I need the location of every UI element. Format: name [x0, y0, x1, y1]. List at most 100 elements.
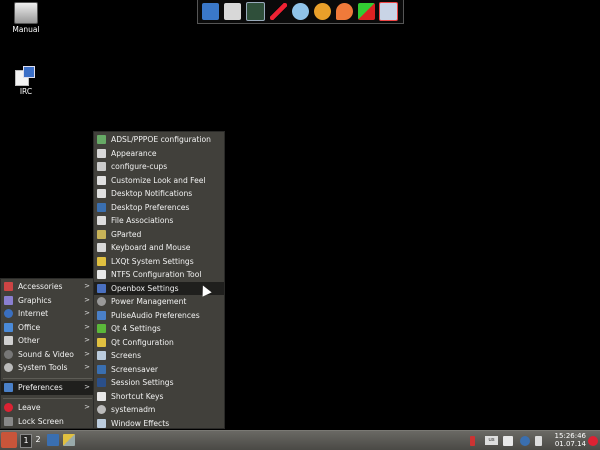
submenu-item-ntfs-config[interactable]: NTFS Configuration Tool	[94, 268, 224, 282]
submenu-item-screens[interactable]: Screens	[94, 349, 224, 363]
menu-item-label: Desktop Notifications	[111, 189, 193, 199]
window-effects-icon	[97, 418, 106, 428]
network-tray-icon[interactable]	[520, 436, 530, 446]
submenu-item-configure-cups[interactable]: configure-cups	[94, 160, 224, 174]
menu-item-accessories[interactable]: Accessories >	[1, 280, 94, 294]
power-icon	[97, 297, 106, 307]
menu-item-label: Keyboard and Mouse	[111, 243, 191, 253]
menu-item-label: Preferences	[18, 383, 63, 393]
submenu-item-customize-look[interactable]: Customize Look and Feel	[94, 174, 224, 188]
submenu-item-keyboard-mouse[interactable]: Keyboard and Mouse	[94, 241, 224, 255]
menu-item-system-tools[interactable]: System Tools >	[1, 361, 94, 375]
menu-item-graphics[interactable]: Graphics >	[1, 294, 94, 308]
submenu-arrow: >	[84, 322, 90, 331]
desktop-icon-manual[interactable]: Manual	[1, 2, 51, 34]
tools-icon	[97, 256, 106, 266]
melon-icon[interactable]	[335, 3, 353, 20]
volume-icon[interactable]	[535, 436, 542, 446]
qt-config-icon	[97, 337, 106, 347]
shortcut-keys-icon	[97, 391, 106, 401]
clipboard-icon[interactable]	[503, 436, 513, 446]
browser-icon[interactable]	[291, 3, 309, 20]
media-icon[interactable]	[379, 2, 399, 21]
menu-item-label: System Tools	[18, 363, 68, 373]
submenu-item-power-management[interactable]: Power Management	[94, 295, 224, 309]
menu-item-label: Appearance	[111, 148, 157, 158]
clock-time: 15:26:46	[554, 432, 586, 440]
pen-icon[interactable]	[270, 3, 288, 20]
submenu-arrow: >	[84, 282, 90, 290]
appearance-icon	[97, 148, 106, 158]
submenu-item-qt-configuration[interactable]: Qt Configuration	[94, 336, 224, 350]
submenu-item-appearance[interactable]: Appearance	[94, 147, 224, 161]
submenu-item-session-settings[interactable]: Session Settings	[94, 376, 224, 390]
menu-item-label: Openbox Settings	[111, 283, 179, 293]
menu-item-label: systemadm	[111, 405, 156, 415]
submenu-item-lxqt-settings[interactable]: LXQt System Settings	[94, 255, 224, 269]
menu-item-label: Qt Configuration	[111, 337, 174, 347]
irc-icon	[15, 66, 37, 86]
menu-item-preferences[interactable]: Preferences >	[1, 381, 94, 395]
notepad-icon[interactable]	[224, 3, 242, 20]
audio-icon	[97, 310, 106, 320]
menu-item-label: PulseAudio Preferences	[111, 310, 200, 320]
submenu-item-screensaver[interactable]: Screensaver	[94, 363, 224, 377]
taskbar: 1 2 us 15:26:46 01.07.14	[0, 430, 600, 450]
desktop-icon-irc[interactable]: IRC	[1, 66, 51, 96]
submenu-item-shortcut-keys[interactable]: Shortcut Keys	[94, 390, 224, 404]
submenu-item-qt4-settings[interactable]: Qt 4 Settings	[94, 322, 224, 336]
menu-item-internet[interactable]: Internet >	[1, 307, 94, 321]
submenu-arrow: >	[84, 309, 90, 317]
submenu-arrow: >	[84, 363, 90, 371]
network-icon[interactable]	[357, 3, 375, 20]
menu-item-label: Screensaver	[111, 364, 159, 374]
qt-icon	[97, 324, 106, 334]
leave-icon	[4, 403, 13, 413]
desktop-switch-2[interactable]: 2	[33, 434, 43, 446]
submenu-arrow: >	[84, 295, 90, 304]
menu-item-label: Office	[18, 322, 41, 332]
menu-item-office[interactable]: Office >	[1, 321, 94, 335]
tools-launcher-icon[interactable]	[63, 434, 75, 446]
start-menu-button[interactable]	[1, 432, 17, 448]
desktop-icon	[97, 202, 106, 212]
menu-item-lock-screen[interactable]: Lock Screen	[1, 415, 94, 429]
menu-item-label: Internet	[18, 309, 49, 319]
submenu-arrow: >	[84, 349, 90, 358]
submenu-item-desktop-notifications[interactable]: Desktop Notifications	[94, 187, 224, 201]
internet-icon	[4, 309, 13, 319]
other-icon	[4, 336, 13, 346]
update-icon[interactable]	[470, 436, 475, 446]
submenu-arrow: >	[84, 336, 90, 344]
keyboard-icon	[97, 243, 106, 253]
show-desktop-icon[interactable]	[47, 434, 59, 446]
openbox-icon	[97, 283, 106, 293]
xchat-icon[interactable]	[313, 3, 331, 20]
menu-item-label: Lock Screen	[18, 416, 64, 426]
task-manager-icon[interactable]	[202, 3, 220, 20]
clock-date: 01.07.14	[554, 440, 586, 448]
submenu-item-pulseaudio[interactable]: PulseAudio Preferences	[94, 309, 224, 323]
manual-icon	[14, 2, 38, 24]
power-tray-icon[interactable]	[588, 436, 598, 446]
menu-item-label: Qt 4 Settings	[111, 324, 161, 334]
clock[interactable]: 15:26:46 01.07.14	[555, 432, 586, 448]
submenu-item-systemadm[interactable]: systemadm	[94, 403, 224, 417]
monitor-icon	[97, 351, 106, 361]
desktop-switch-1[interactable]: 1	[20, 434, 32, 448]
gparted-icon	[97, 229, 106, 239]
menu-item-other[interactable]: Other >	[1, 334, 94, 348]
menu-item-label: Shortcut Keys	[111, 391, 164, 401]
keyboard-layout-indicator[interactable]: us	[485, 436, 498, 445]
terminal-icon[interactable]	[246, 2, 266, 21]
submenu-item-adsl[interactable]: ADSL/PPPOE configuration	[94, 133, 224, 147]
graphics-icon	[4, 295, 13, 305]
system-tools-icon	[4, 363, 13, 373]
menu-item-label: Sound & Video	[18, 349, 74, 359]
submenu-item-file-associations[interactable]: File Associations	[94, 214, 224, 228]
menu-item-leave[interactable]: Leave >	[1, 401, 94, 415]
submenu-item-gparted[interactable]: GParted	[94, 228, 224, 242]
submenu-item-window-effects[interactable]: Window Effects	[94, 417, 224, 431]
menu-item-sound-video[interactable]: Sound & Video >	[1, 348, 94, 362]
submenu-item-desktop-preferences[interactable]: Desktop Preferences	[94, 201, 224, 215]
